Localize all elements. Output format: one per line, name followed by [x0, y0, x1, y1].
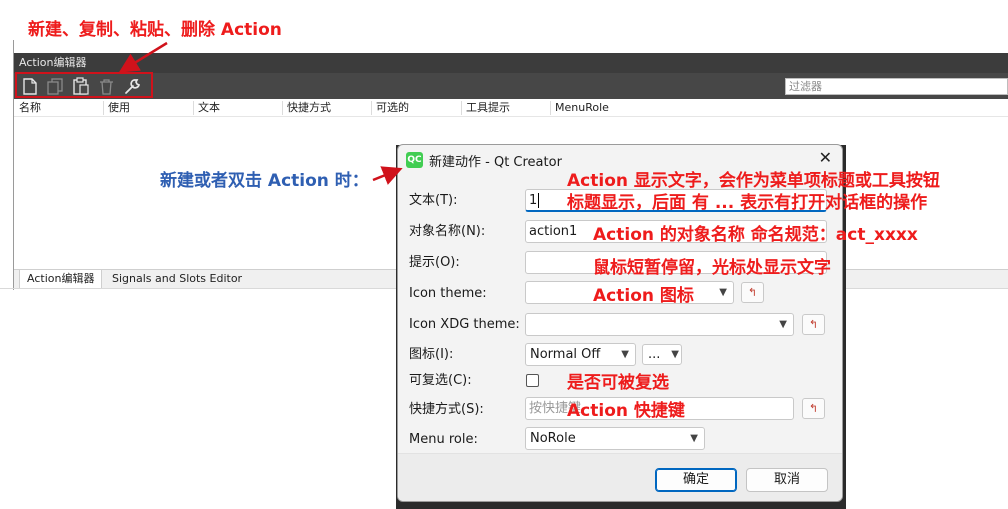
object-name-annotation: Action 的对象名称 命名规范：act_xxxx — [593, 225, 918, 245]
text-cursor — [538, 193, 540, 208]
chevron-down-icon: ▼ — [719, 287, 727, 298]
tooltip-annotation: 鼠标短暂停留，光标处显示文字 — [593, 258, 831, 278]
column-divider — [550, 101, 551, 115]
dialog-footer: 确定 取消 — [398, 454, 842, 501]
object-name-label: 对象名称(N): — [409, 224, 486, 239]
tooltip-label: 提示(O): — [409, 255, 460, 270]
chevron-down-icon: ▼ — [779, 319, 787, 330]
filter-input[interactable]: 过滤器 — [785, 78, 1008, 95]
column-header-text[interactable]: 文本 — [198, 100, 220, 115]
caret-down-icon: ▼ — [671, 349, 679, 360]
column-divider — [461, 101, 462, 115]
checkable-label: 可复选(C): — [409, 373, 472, 388]
toolbar-highlight-box — [15, 72, 153, 98]
column-header-menurole[interactable]: MenuRole — [555, 100, 609, 115]
column-header-tooltip[interactable]: 工具提示 — [466, 100, 510, 115]
menu-role-value: NoRole — [530, 431, 576, 446]
icon-browse-label: ... — [648, 347, 661, 362]
reset-icon-xdg-theme-button[interactable]: ↰ — [802, 314, 825, 335]
qt-creator-logo-icon: QC — [406, 152, 423, 168]
ok-button[interactable]: 确定 — [655, 468, 737, 492]
reset-shortcut-button[interactable]: ↰ — [802, 398, 825, 419]
column-divider — [193, 101, 194, 115]
column-header-checkable[interactable]: 可选的 — [376, 100, 409, 115]
menu-role-label: Menu role: — [409, 432, 478, 447]
text-annotation-line2: 标题显示，后面 有 ... 表示有打开对话框的操作 — [567, 193, 928, 213]
toolbar-annotation: 新建、复制、粘贴、删除 Action — [28, 20, 282, 40]
close-icon[interactable]: ✕ — [819, 148, 832, 168]
icon-theme-label: Icon theme: — [409, 286, 487, 301]
column-header-used[interactable]: 使用 — [108, 100, 130, 115]
text-label: 文本(T): — [409, 193, 458, 208]
shortcut-label: 快捷方式(S): — [409, 402, 484, 417]
column-divider — [103, 101, 104, 115]
icon-theme-annotation: Action 图标 — [593, 286, 694, 306]
icon-xdg-theme-combo[interactable]: ▼ — [525, 313, 794, 336]
icon-mode-value: Normal Off — [530, 347, 601, 362]
tab-signals-slots-editor[interactable]: Signals and Slots Editor — [105, 270, 249, 289]
chevron-down-icon: ▼ — [621, 349, 629, 360]
icon-browse-button[interactable]: ... ▼ — [642, 344, 682, 365]
checkable-annotation: 是否可被复选 — [567, 373, 669, 393]
action-table-header: 名称 使用 文本 快捷方式 可选的 工具提示 MenuRole — [14, 99, 1008, 117]
dialog-title: 新建动作 - Qt Creator — [429, 155, 562, 170]
menu-role-combo[interactable]: NoRole ▼ — [525, 427, 705, 450]
new-action-annotation: 新建或者双击 Action 时： — [160, 171, 369, 191]
icon-mode-combo[interactable]: Normal Off ▼ — [525, 343, 636, 366]
column-divider — [371, 101, 372, 115]
tab-action-editor[interactable]: Action编辑器 — [19, 270, 103, 289]
icon-label: 图标(I): — [409, 347, 454, 362]
reset-icon-theme-button[interactable]: ↰ — [741, 282, 764, 303]
action-editor-title: Action编辑器 — [14, 53, 1008, 73]
icon-xdg-theme-label: Icon XDG theme: — [409, 317, 520, 332]
column-header-shortcut[interactable]: 快捷方式 — [287, 100, 331, 115]
chevron-down-icon: ▼ — [690, 433, 698, 444]
checkable-checkbox[interactable] — [526, 374, 539, 387]
cancel-button[interactable]: 取消 — [746, 468, 828, 492]
shortcut-annotation: Action 快捷键 — [567, 401, 685, 421]
column-divider — [282, 101, 283, 115]
column-header-name[interactable]: 名称 — [19, 100, 41, 115]
text-input-value: 1 — [529, 193, 538, 208]
